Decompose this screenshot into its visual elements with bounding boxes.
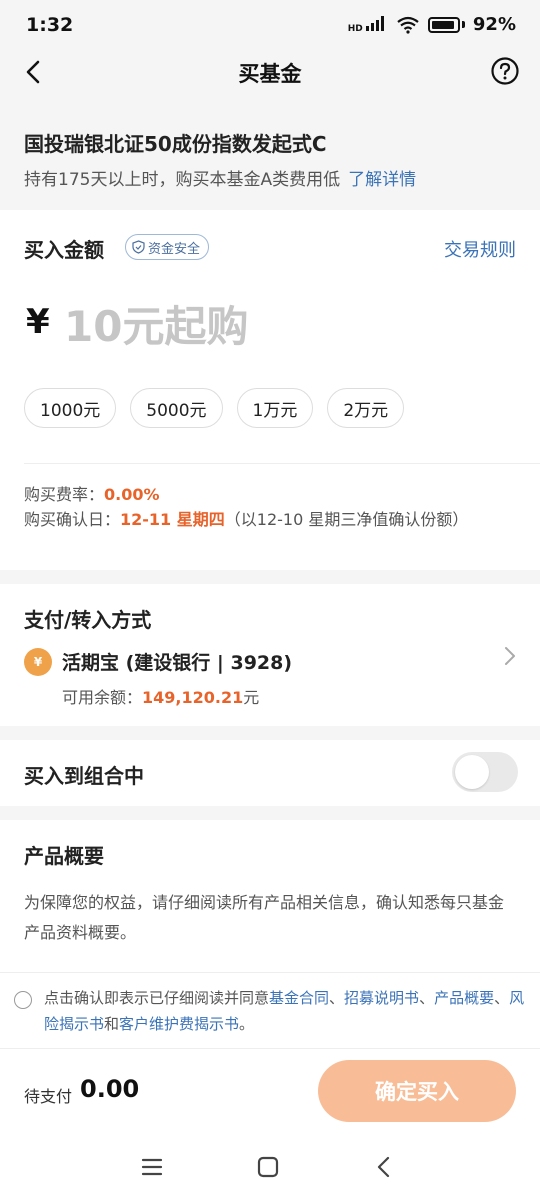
back-nav-icon[interactable] xyxy=(369,1152,399,1182)
amount-title: 买入金额 xyxy=(24,238,104,262)
battery-icon xyxy=(427,16,460,33)
combo-card: 买入到组合中 xyxy=(0,740,540,806)
amount-card: 买入金额 资金安全 交易规则 ¥ 1000元 5000元 1万元 2万元 购买费… xyxy=(0,210,540,570)
prospectus-link[interactable]: 招募说明书 xyxy=(344,989,419,1007)
confirm-date-label: 购买确认日： xyxy=(24,510,121,529)
combo-label: 买入到组合中 xyxy=(24,764,144,788)
signal-tag: HD xyxy=(347,24,363,34)
learn-more-link[interactable]: 了解详情 xyxy=(348,170,416,190)
product-summary-link[interactable]: 产品概要 xyxy=(434,989,494,1007)
currency-symbol: ¥ xyxy=(26,302,50,342)
help-icon[interactable] xyxy=(490,56,520,86)
payment-title: 支付/转入方式 xyxy=(24,608,152,632)
system-nav-bar xyxy=(0,1134,540,1200)
confirm-buy-button[interactable]: 确定买入 xyxy=(318,1060,516,1122)
balance-unit: 元 xyxy=(243,688,260,707)
signal-icon: HD xyxy=(348,15,388,34)
amount-input[interactable] xyxy=(64,298,484,354)
agreement-and: 和 xyxy=(104,1015,120,1033)
status-icons: HD 92% xyxy=(348,14,516,35)
confirm-date: 购买确认日：12-11 星期四（以12-10 星期三净值确认份额） xyxy=(24,507,504,533)
overview-title: 产品概要 xyxy=(24,844,104,868)
quick-amount-5000[interactable]: 5000元 xyxy=(130,388,223,428)
menu-icon[interactable] xyxy=(137,1152,167,1182)
battery-tip xyxy=(461,21,465,28)
agreement-end: 。 xyxy=(239,1015,255,1033)
bottom-bar: 待支付 0.00 确定买入 xyxy=(0,1048,540,1134)
nav-bar: 买基金 xyxy=(0,50,540,94)
wifi-icon xyxy=(397,16,419,34)
agreement-sep: 、 xyxy=(494,989,510,1007)
fee-rate-value: 0.00% xyxy=(104,485,160,504)
combo-toggle[interactable] xyxy=(452,752,518,792)
agree-checkbox[interactable] xyxy=(14,991,32,1009)
payment-balance: 可用余额：149,120.21元 xyxy=(62,684,259,708)
balance-value: 149,120.21 xyxy=(142,688,244,707)
overview-desc: 为保障您的权益，请仔细阅读所有产品相关信息，确认知悉每只基金产品资料概要。 xyxy=(24,893,505,942)
fund-contract-link[interactable]: 基金合同 xyxy=(269,989,329,1007)
fund-header: 国投瑞银北证50成份指数发起式C 持有175天以上时，购买本基金A类费用低 了解详… xyxy=(0,110,540,208)
payment-card[interactable]: 支付/转入方式 ¥ 活期宝 (建设银行 | 3928) 可用余额：149,120… xyxy=(0,584,540,726)
safe-badge: 资金安全 xyxy=(125,234,210,260)
page-title: 买基金 xyxy=(238,62,302,86)
agreement-bar: 点击确认即表示已仔细阅读并同意基金合同、招募说明书、产品概要、风险揭示书和客户维… xyxy=(0,972,540,1048)
confirm-date-value: 12-11 星期四 xyxy=(120,510,225,529)
safe-badge-label: 资金安全 xyxy=(148,241,201,257)
agreement-sep: 、 xyxy=(419,989,435,1007)
toggle-knob xyxy=(455,755,489,789)
agreement-sep: 、 xyxy=(329,989,345,1007)
status-time: 1:32 xyxy=(26,14,74,36)
pending-pay-amount: 0.00 xyxy=(80,1075,140,1103)
battery-level: 92% xyxy=(472,14,516,35)
status-bar: 1:32 HD 92% xyxy=(0,0,540,50)
fund-note: 持有175天以上时，购买本基金A类费用低 了解详情 xyxy=(24,165,516,190)
quick-amount-20000[interactable]: 2万元 xyxy=(327,388,405,428)
agreement-text: 点击确认即表示已仔细阅读并同意基金合同、招募说明书、产品概要、风险揭示书和客户维… xyxy=(44,985,526,1037)
money-bag-icon: ¥ xyxy=(24,648,52,676)
payment-method: 活期宝 (建设银行 | 3928) xyxy=(62,652,293,674)
confirm-date-note: （以12-10 星期三净值确认份额） xyxy=(224,510,469,529)
divider xyxy=(24,463,540,464)
fee-rate: 购买费率：0.00% xyxy=(24,481,160,505)
home-icon[interactable] xyxy=(253,1152,283,1182)
trade-rules-link[interactable]: 交易规则 xyxy=(444,236,516,262)
chevron-right-icon[interactable] xyxy=(502,644,518,668)
pending-pay-label: 待支付 xyxy=(24,1087,73,1106)
agreement-prefix: 点击确认即表示已仔细阅读并同意 xyxy=(44,989,270,1007)
fund-name: 国投瑞银北证50成份指数发起式C xyxy=(24,132,327,156)
overview-card: 产品概要 为保障您的权益，请仔细阅读所有产品相关信息，确认知悉每只基金产品资料概… xyxy=(0,820,540,980)
quick-amount-10000[interactable]: 1万元 xyxy=(236,388,314,428)
quick-amount-1000[interactable]: 1000元 xyxy=(24,388,117,428)
shield-icon xyxy=(132,240,145,254)
maintenance-fee-link[interactable]: 客户维护费揭示书 xyxy=(119,1015,239,1033)
quick-amount-options: 1000元 5000元 1万元 2万元 xyxy=(24,388,405,428)
fund-note-text: 持有175天以上时，购买本基金A类费用低 xyxy=(24,170,341,190)
fee-rate-label: 购买费率： xyxy=(24,485,105,504)
balance-label: 可用余额： xyxy=(62,688,143,707)
